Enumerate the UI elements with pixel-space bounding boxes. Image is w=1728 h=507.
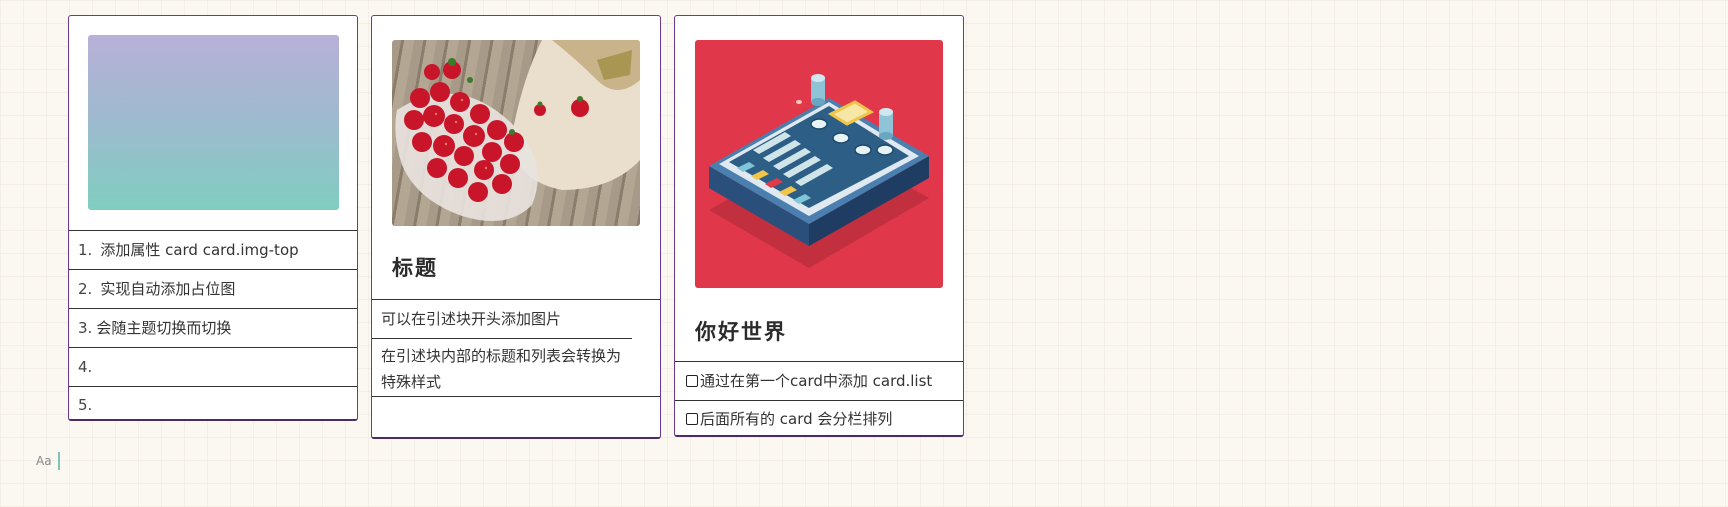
card-1-list: 1. 添加属性 card card.img-top 2. 实现自动添加占位图 3. 会… bbox=[69, 230, 357, 419]
card-2: 标题 可以在引述块开头添加图片 在引述块内部的标题和列表会转换为特殊样式 bbox=[371, 15, 661, 439]
text-cursor bbox=[57, 452, 60, 470]
checkbox-icon[interactable] bbox=[686, 375, 698, 387]
card-2-list: 可以在引述块开头添加图片 在引述块内部的标题和列表会转换为特殊样式 bbox=[372, 299, 660, 432]
card-1: 1. 添加属性 card card.img-top 2. 实现自动添加占位图 3. 会… bbox=[68, 15, 358, 421]
card-title: 你好世界 bbox=[695, 320, 787, 344]
control-panel-image bbox=[695, 40, 943, 288]
list-item[interactable]: 后面所有的 card 会分栏排列 bbox=[675, 400, 963, 435]
editor-line[interactable]: Aa bbox=[36, 452, 60, 470]
list-item[interactable] bbox=[372, 396, 660, 432]
strawberries-image bbox=[392, 40, 640, 226]
card-title: 标题 bbox=[392, 256, 438, 280]
list-item[interactable]: 4. bbox=[69, 347, 357, 386]
list-item[interactable]: 5. bbox=[69, 386, 357, 419]
checkbox-icon[interactable] bbox=[686, 413, 698, 425]
list-item[interactable]: 通过在第一个card中添加 card.list bbox=[675, 361, 963, 400]
card-3: 你好世界 通过在第一个card中添加 card.list 后面所有的 card … bbox=[674, 15, 964, 437]
list-item[interactable]: 3. 会随主题切换而切换 bbox=[69, 308, 357, 347]
text-format-icon[interactable]: Aa bbox=[36, 454, 52, 468]
list-item[interactable]: 1. 添加属性 card card.img-top bbox=[69, 230, 357, 269]
isometric-control-panel-illustration bbox=[709, 74, 929, 268]
list-item[interactable]: 可以在引述块开头添加图片 bbox=[372, 299, 660, 338]
list-item[interactable]: 在引述块内部的标题和列表会转换为特殊样式 bbox=[372, 338, 632, 396]
card-3-list: 通过在第一个card中添加 card.list 后面所有的 card 会分栏排列 bbox=[675, 361, 963, 435]
strawberries-illustration bbox=[395, 40, 640, 222]
placeholder-image bbox=[88, 35, 339, 210]
list-item[interactable]: 2. 实现自动添加占位图 bbox=[69, 269, 357, 308]
